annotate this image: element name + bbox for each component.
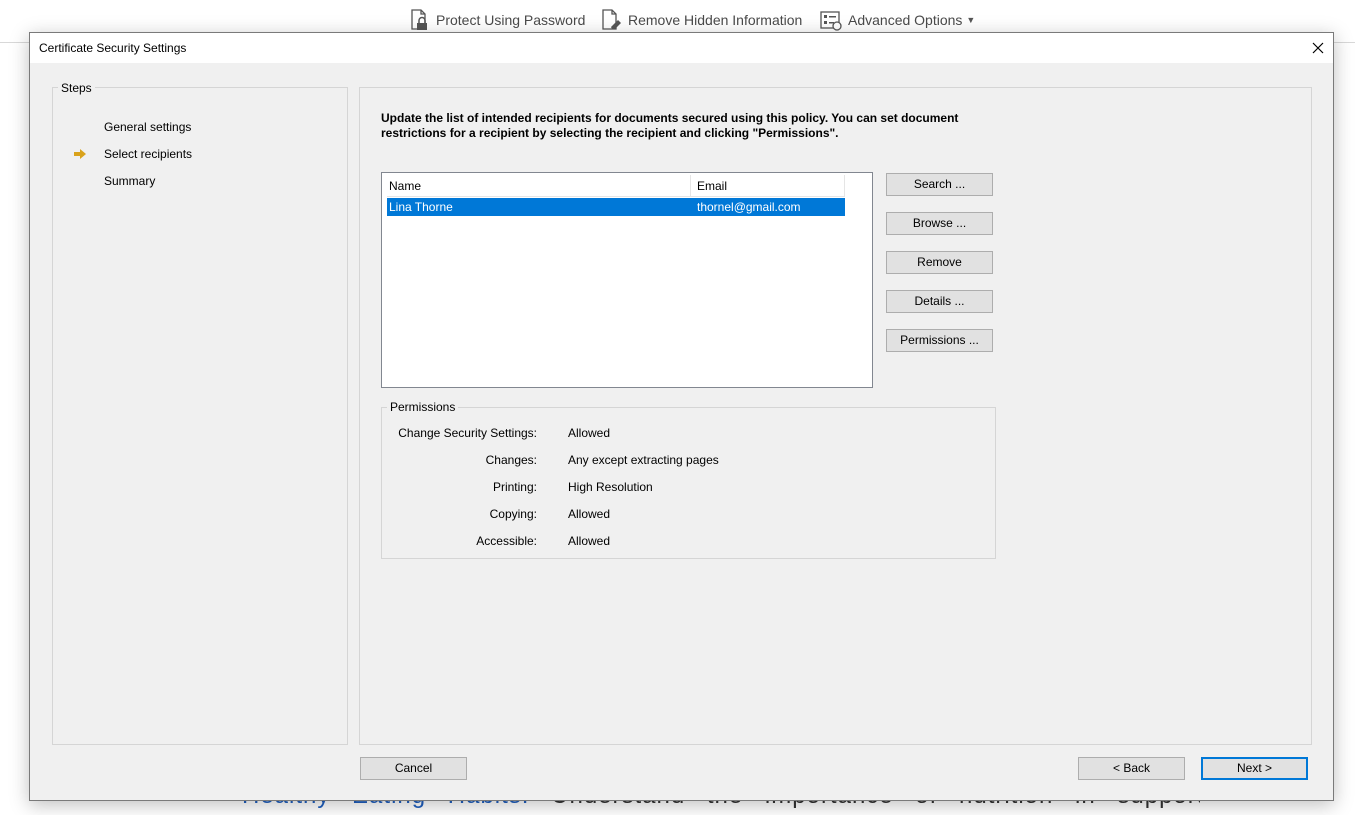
back-button[interactable]: < Back [1078,757,1185,780]
remove-hidden-information-button[interactable]: Remove Hidden Information [600,9,802,31]
remove-button[interactable]: Remove [886,251,993,274]
permissions-button[interactable]: Permissions ... [886,329,993,352]
remove-hidden-information-label: Remove Hidden Information [628,12,803,28]
advanced-options-label: Advanced Options [848,12,963,28]
permission-label-change-security: Change Security Settings: [398,426,537,440]
permissions-legend: Permissions [387,400,459,414]
browse-button[interactable]: Browse ... [886,212,993,235]
advanced-options-dropdown[interactable]: Advanced Options ▼ [820,9,975,31]
permission-label-copying: Copying: [489,507,537,521]
steps-legend: Steps [58,81,95,95]
permission-label-changes: Changes: [485,453,537,467]
search-button[interactable]: Search ... [886,173,993,196]
step-general-settings: General settings [104,120,192,134]
permission-value-change-security: Allowed [568,426,611,440]
certificate-security-settings-dialog: Certificate Security Settings Steps Gene… [29,32,1334,801]
step-summary: Summary [104,174,156,188]
close-button[interactable] [1303,33,1333,63]
protect-using-password-button[interactable]: Protect Using Password [408,9,585,31]
document-lock-icon [411,9,427,30]
column-divider[interactable] [690,175,691,196]
permission-label-printing: Printing: [492,480,537,494]
permission-value-changes: Any except extracting pages [568,453,719,467]
step-select-recipients: Select recipients [104,147,193,161]
dialog-titlebar: Certificate Security Settings [30,33,1333,63]
column-divider[interactable] [844,175,845,196]
steps-panel [52,87,348,745]
close-icon [1312,42,1324,54]
permission-value-printing: High Resolution [568,480,653,494]
settings-list-icon [820,11,842,31]
document-eraser-icon [602,9,621,30]
protect-using-password-label: Protect Using Password [436,12,586,28]
recipient-name: Lina Thorne [389,200,453,214]
recipient-row[interactable]: Lina Thorne thornel@gmail.com [387,198,845,216]
recipients-list-header: Name Email [387,175,845,197]
current-step-arrow-icon [74,149,86,159]
dialog-title: Certificate Security Settings [39,41,187,55]
details-button[interactable]: Details ... [886,290,993,313]
cancel-button[interactable]: Cancel [360,757,467,780]
column-header-email[interactable]: Email [697,179,727,193]
next-button[interactable]: Next > [1201,757,1308,780]
recipients-list[interactable]: Name Email Lina Thorne thornel@gmail.com [381,172,873,388]
instructions-text: Update the list of intended recipients f… [381,111,959,140]
permission-label-accessible: Accessible: [476,534,537,548]
permission-value-copying: Allowed [568,507,611,521]
column-header-name[interactable]: Name [389,179,421,193]
recipient-email: thornel@gmail.com [697,200,801,214]
chevron-down-icon: ▼ [966,15,976,25]
permission-value-accessible: Allowed [568,534,611,548]
